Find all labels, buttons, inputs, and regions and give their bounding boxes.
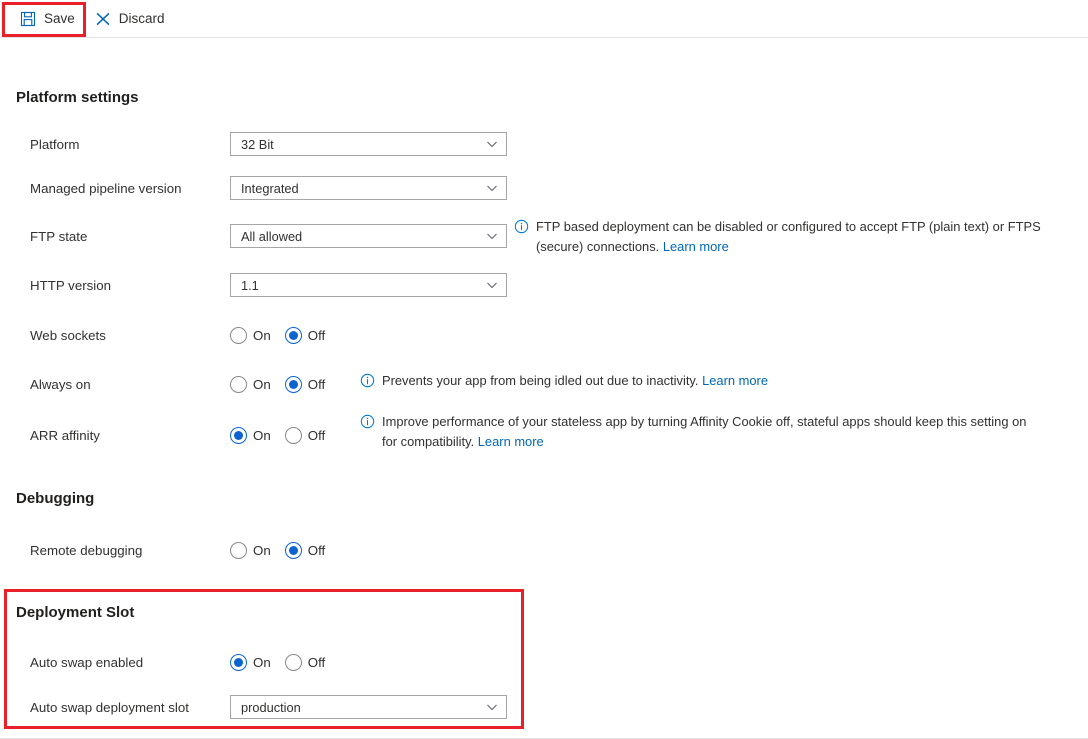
discard-button[interactable]: Discard (85, 4, 175, 34)
remote-debugging-radio-group: On Off (230, 541, 326, 559)
auto-swap-enabled-off-label: Off (307, 654, 326, 670)
row-arr-affinity: ARR affinity On Off (30, 423, 325, 447)
platform-label: Platform (30, 136, 80, 152)
auto-swap-deployment-slot-dropdown[interactable]: production (230, 695, 507, 719)
http-version-dropdown[interactable]: 1.1 (230, 273, 507, 297)
always-on-info-body: Prevents your app from being idled out d… (382, 373, 703, 388)
arr-affinity-radio-group: On Off (230, 426, 326, 444)
ftp-state-info: FTP based deployment can be disabled or … (514, 217, 1054, 257)
chevron-down-icon (486, 279, 498, 291)
http-version-value: 1.1 (241, 277, 259, 293)
debugging-heading: Debugging (16, 490, 95, 507)
radio-mark (284, 326, 302, 344)
arr-affinity-radio-off[interactable]: Off (284, 426, 326, 444)
save-button[interactable]: Save (10, 4, 85, 34)
auto-swap-enabled-radio-group: On Off (230, 653, 326, 671)
deployment-slot-heading: Deployment Slot (16, 604, 135, 621)
always-on-radio-on[interactable]: On (230, 375, 271, 393)
radio-mark (230, 426, 247, 444)
arr-affinity-off-label: Off (307, 427, 326, 443)
auto-swap-deployment-slot-value: production (241, 699, 301, 715)
arr-affinity-on-label: On (253, 427, 271, 443)
chevron-down-icon (486, 138, 498, 150)
arr-affinity-info-text: Improve performance of your stateless ap… (382, 412, 1040, 452)
web-sockets-radio-group: On Off (230, 326, 326, 344)
web-sockets-on-label: On (253, 327, 271, 343)
platform-dropdown-value: 32 Bit (241, 136, 274, 152)
radio-mark (284, 653, 302, 671)
radio-mark (230, 653, 247, 671)
web-sockets-label: Web sockets (30, 327, 106, 343)
web-sockets-radio-off[interactable]: Off (284, 326, 326, 344)
close-x-icon (95, 11, 111, 27)
web-sockets-off-label: Off (307, 327, 326, 343)
ftp-state-label: FTP state (30, 228, 88, 244)
web-sockets-radio-on[interactable]: On (230, 326, 271, 344)
chevron-down-icon (486, 230, 498, 242)
remote-debugging-off-label: Off (307, 542, 326, 558)
remote-debugging-radio-off[interactable]: Off (284, 541, 326, 559)
always-on-learn-more-link[interactable]: Learn more (702, 373, 768, 388)
info-circle-icon (360, 414, 375, 429)
arr-affinity-learn-more-link[interactable]: Learn more (478, 434, 544, 449)
ftp-state-info-body: FTP based deployment can be disabled or … (536, 219, 1041, 254)
auto-swap-deployment-slot-label: Auto swap deployment slot (30, 699, 189, 715)
row-platform: Platform 32 Bit (30, 132, 507, 156)
command-bar: Save Discard (0, 0, 1088, 38)
arr-affinity-label: ARR affinity (30, 427, 100, 443)
always-on-on-label: On (253, 376, 271, 392)
remote-debugging-label: Remote debugging (30, 542, 143, 558)
radio-mark (284, 426, 302, 444)
always-on-radio-group: On Off (230, 375, 326, 393)
managed-pipeline-version-label: Managed pipeline version (30, 180, 182, 196)
chevron-down-icon (486, 701, 498, 713)
row-remote-debugging: Remote debugging On Off (30, 538, 325, 562)
always-on-info-text: Prevents your app from being idled out d… (382, 371, 768, 391)
save-button-label: Save (44, 10, 75, 26)
row-web-sockets: Web sockets On Off (30, 323, 325, 347)
http-version-label: HTTP version (30, 277, 112, 293)
radio-mark (230, 541, 247, 559)
row-ftp-state: FTP state All allowed (30, 224, 507, 248)
platform-settings-heading: Platform settings (16, 89, 139, 106)
always-on-off-label: Off (307, 376, 326, 392)
auto-swap-enabled-radio-off[interactable]: Off (284, 653, 326, 671)
row-always-on: Always on On Off (30, 372, 325, 396)
info-circle-icon (514, 219, 529, 234)
radio-mark (284, 375, 302, 393)
radio-mark (230, 375, 247, 393)
radio-mark (284, 541, 302, 559)
row-http-version: HTTP version 1.1 (30, 273, 507, 297)
managed-pipeline-version-value: Integrated (241, 180, 299, 196)
radio-mark (230, 326, 247, 344)
arr-affinity-radio-on[interactable]: On (230, 426, 271, 444)
save-floppy-icon (20, 11, 36, 27)
managed-pipeline-version-dropdown[interactable]: Integrated (230, 176, 507, 200)
row-auto-swap-enabled: Auto swap enabled On Off (30, 650, 325, 674)
discard-button-label: Discard (118, 10, 165, 26)
always-on-info: Prevents your app from being idled out d… (360, 371, 830, 391)
ftp-state-info-text: FTP based deployment can be disabled or … (536, 217, 1054, 257)
remote-debugging-radio-on[interactable]: On (230, 541, 271, 559)
always-on-radio-off[interactable]: Off (284, 375, 326, 393)
row-auto-swap-deployment-slot: Auto swap deployment slot production (30, 695, 507, 719)
ftp-state-value: All allowed (241, 228, 303, 244)
auto-swap-enabled-on-label: On (253, 654, 271, 670)
auto-swap-enabled-radio-on[interactable]: On (230, 653, 271, 671)
always-on-label: Always on (30, 376, 91, 392)
remote-debugging-on-label: On (253, 542, 271, 558)
ftp-state-learn-more-link[interactable]: Learn more (663, 239, 729, 254)
auto-swap-enabled-label: Auto swap enabled (30, 654, 144, 670)
chevron-down-icon (486, 182, 498, 194)
row-managed-pipeline-version: Managed pipeline version Integrated (30, 176, 507, 200)
ftp-state-dropdown[interactable]: All allowed (230, 224, 507, 248)
arr-affinity-info: Improve performance of your stateless ap… (360, 412, 1040, 452)
platform-dropdown[interactable]: 32 Bit (230, 132, 507, 156)
info-circle-icon (360, 373, 375, 388)
